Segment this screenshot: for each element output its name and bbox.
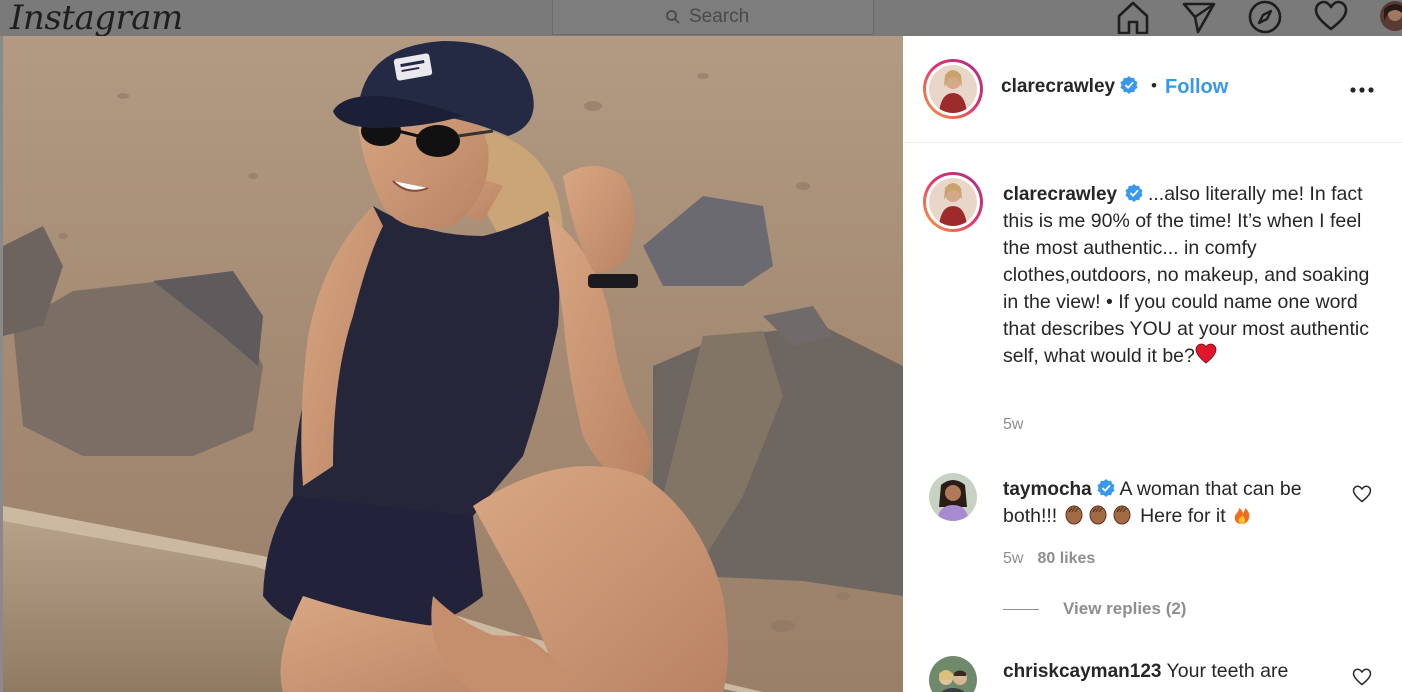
- author-username[interactable]: clarecrawley: [1001, 76, 1115, 97]
- red-heart-emoji-icon: [1195, 343, 1217, 364]
- home-icon[interactable]: [1116, 0, 1150, 34]
- activity-heart-icon[interactable]: [1314, 0, 1348, 34]
- post-header: clarecrawley • Follow: [903, 36, 1402, 143]
- separator-dot: •: [1151, 76, 1157, 95]
- profile-avatar[interactable]: [1380, 1, 1402, 31]
- comment-meta: 5w 80 likes: [1003, 550, 1095, 568]
- post-caption: clarecrawley ...also literally me! In fa…: [1003, 181, 1388, 370]
- like-comment-heart-icon[interactable]: [1352, 668, 1372, 686]
- top-nav-bar: Instagram Search: [0, 0, 1402, 38]
- clapping-hands-emoji-icon: [1113, 505, 1131, 525]
- author-name-row: clarecrawley: [1001, 76, 1138, 98]
- caption-username[interactable]: clarecrawley: [1003, 184, 1117, 205]
- commenter-avatar[interactable]: [929, 656, 977, 692]
- post-photo[interactable]: [3, 36, 903, 692]
- comment-likes-count[interactable]: 80 likes: [1037, 550, 1095, 567]
- instagram-logo[interactable]: Instagram: [10, 0, 183, 38]
- direct-message-icon[interactable]: [1182, 0, 1216, 34]
- comment-username[interactable]: taymocha: [1003, 479, 1092, 500]
- explore-compass-icon[interactable]: [1248, 0, 1282, 34]
- caption-author-avatar[interactable]: [923, 172, 983, 232]
- search-input[interactable]: Search: [552, 0, 874, 35]
- view-replies-button[interactable]: View replies (2): [1063, 599, 1186, 619]
- verified-badge-icon: [1124, 184, 1143, 202]
- comment-item: chriskcayman123 Your teeth are: [1003, 658, 1343, 685]
- fire-emoji-icon: [1234, 508, 1250, 524]
- search-placeholder: Search: [689, 6, 750, 27]
- clapping-hands-emoji-icon: [1065, 505, 1083, 525]
- commenter-avatar[interactable]: [929, 473, 977, 521]
- comment-text: Your teeth are: [1166, 660, 1289, 682]
- verified-badge-icon: [1097, 479, 1115, 497]
- post-image: [3, 36, 903, 692]
- comment-item: taymocha A woman that can be both!!! Her…: [1003, 476, 1343, 530]
- post-detail-panel: clarecrawley • Follow clarecrawley ...al…: [903, 36, 1402, 692]
- comment-timestamp[interactable]: 5w: [1003, 550, 1023, 567]
- follow-button[interactable]: Follow: [1165, 76, 1228, 99]
- like-comment-heart-icon[interactable]: [1352, 485, 1372, 503]
- comment-text-suffix: Here for it: [1140, 505, 1226, 527]
- caption-timestamp[interactable]: 5w: [1003, 416, 1023, 434]
- search-icon: [666, 10, 680, 24]
- author-avatar[interactable]: [923, 59, 983, 119]
- clapping-hands-emoji-icon: [1089, 505, 1107, 525]
- more-options-icon[interactable]: [1349, 86, 1375, 94]
- caption-text: ...also literally me! In fact this is me…: [1003, 183, 1370, 367]
- comment-username[interactable]: chriskcayman123: [1003, 661, 1161, 682]
- replies-divider: [1003, 609, 1039, 610]
- verified-badge-icon: [1119, 76, 1138, 94]
